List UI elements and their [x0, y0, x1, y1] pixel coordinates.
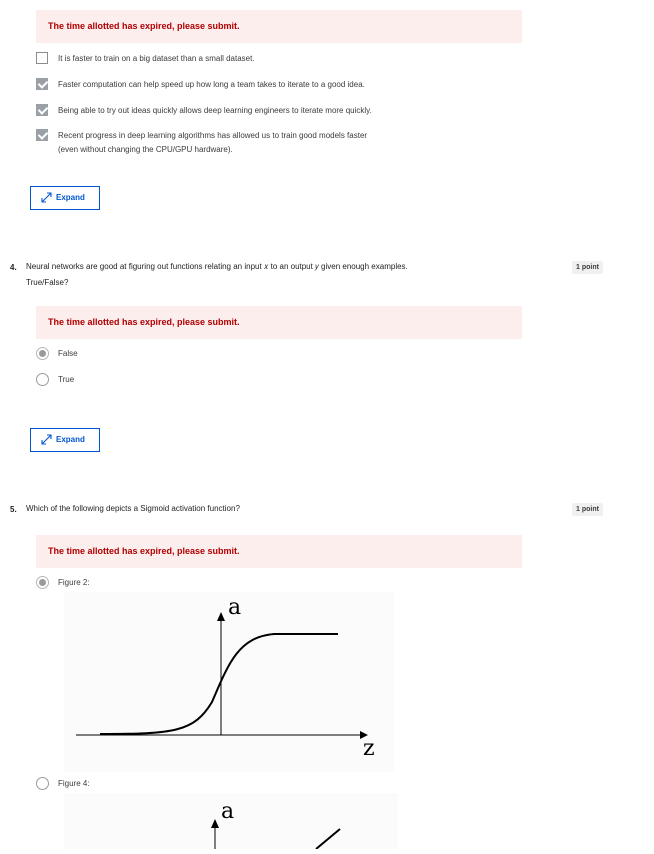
q3-option-3-label: Being able to try out ideas quickly allo… [58, 106, 372, 115]
radio-icon[interactable] [36, 576, 49, 589]
figure-4-image: a [64, 793, 398, 850]
q5-option-figure2-label: Figure 2: [58, 578, 90, 587]
checkbox-icon[interactable] [36, 78, 48, 90]
radio-icon[interactable] [36, 373, 49, 386]
q3-option-4-label-line1: Recent progress in deep learning algorit… [58, 131, 368, 140]
question-text: Neural networks are good at figuring out… [26, 259, 546, 291]
expand-arrows-icon [41, 192, 52, 203]
question-text-line1: Neural networks are good at figuring out… [26, 262, 408, 271]
question-text-line2: True/False? [26, 278, 69, 287]
x-axis-label: z [363, 736, 375, 761]
sigmoid-graph: a z [76, 595, 375, 761]
expand-button-q4[interactable]: Expand [30, 428, 100, 452]
expand-label: Expand [56, 435, 85, 444]
question-number: 5. [10, 505, 17, 514]
checkbox-icon[interactable] [36, 52, 48, 64]
checkbox-icon[interactable] [36, 104, 48, 116]
checkbox-icon[interactable] [36, 129, 48, 141]
question-number: 4. [10, 263, 17, 272]
figure-2-image: a z [64, 592, 394, 772]
radio-icon[interactable] [36, 777, 49, 790]
expired-banner-q3: The time allotted has expired, please su… [36, 10, 522, 43]
points-badge: 1 point [572, 503, 603, 516]
q3-option-2-label: Faster computation can help speed up how… [58, 80, 365, 89]
question-text: Which of the following depicts a Sigmoid… [26, 504, 240, 513]
expired-banner-q4: The time allotted has expired, please su… [36, 306, 522, 339]
q4-option-true-label: True [58, 375, 75, 384]
expand-label: Expand [56, 193, 85, 202]
expired-banner-q5: The time allotted has expired, please su… [36, 535, 522, 568]
expand-arrows-icon [41, 434, 52, 445]
figure-4-graph: a [211, 799, 341, 850]
y-axis-label: a [228, 595, 241, 620]
q5-option-figure4-label: Figure 4: [58, 779, 90, 788]
q3-option-1-label: It is faster to train on a big dataset t… [58, 54, 255, 63]
radio-icon[interactable] [36, 347, 49, 360]
points-badge: 1 point [572, 261, 603, 274]
y-axis-label: a [221, 799, 234, 824]
q4-option-false-label: False [58, 349, 78, 358]
q3-option-4-label-line2: (even without changing the CPU/GPU hardw… [58, 145, 233, 154]
expand-button-q3[interactable]: Expand [30, 186, 100, 210]
